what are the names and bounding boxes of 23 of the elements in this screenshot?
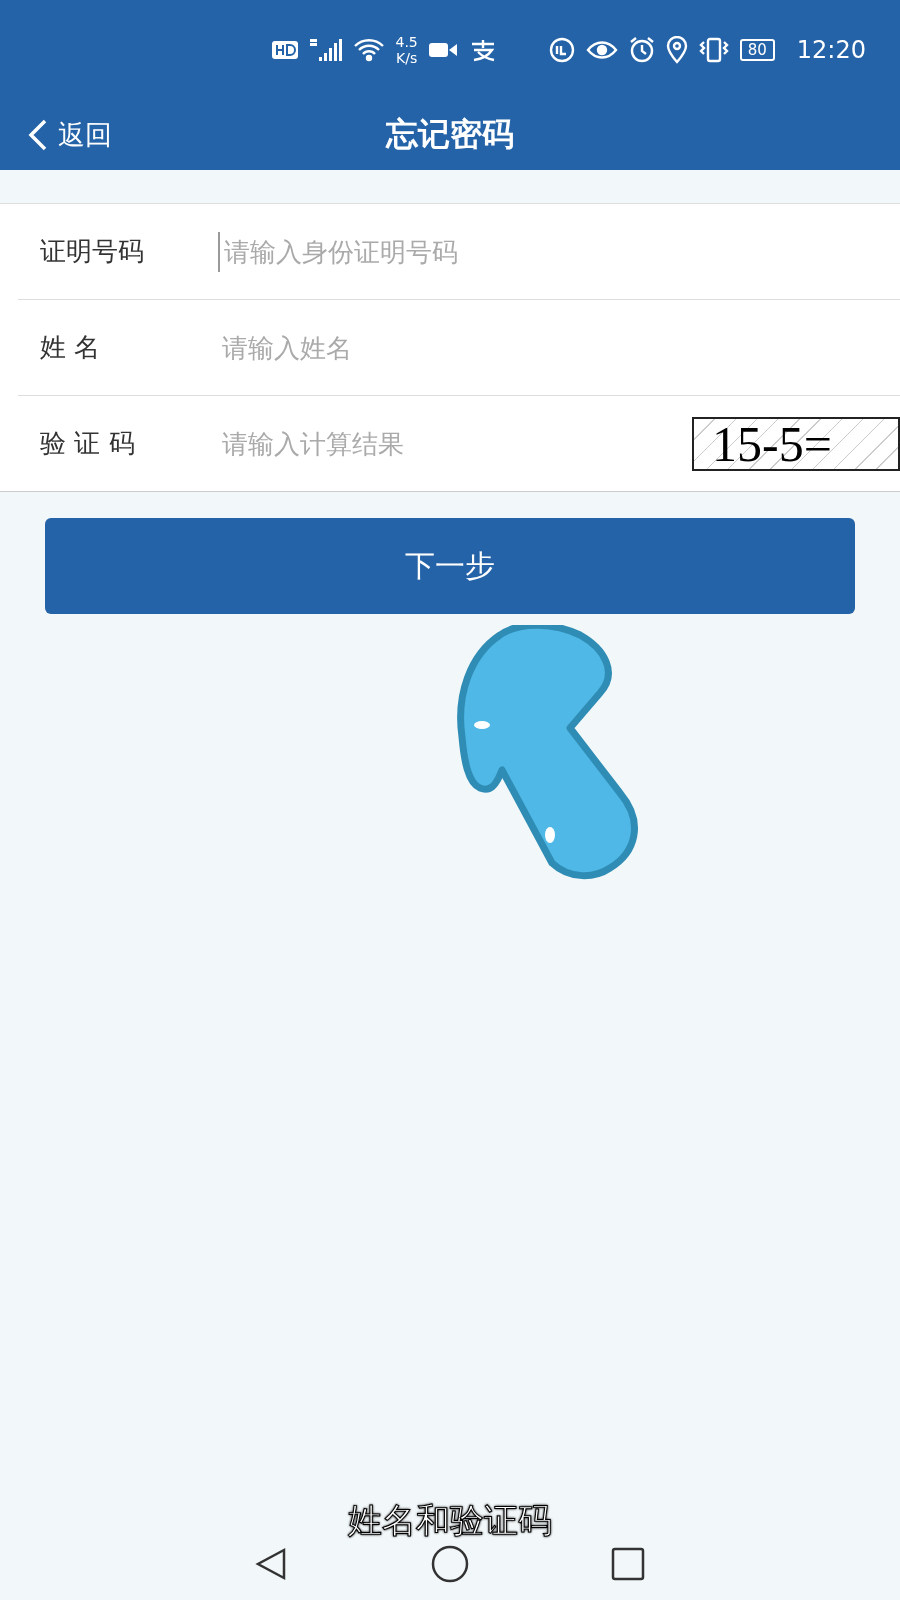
data-saver-icon [547,36,576,64]
video-subtitle: 姓名和验证码 [348,1499,552,1542]
field-label: 姓 名 [39,331,102,364]
eye-icon [585,38,618,62]
back-button[interactable]: 返回 [28,117,112,153]
page-title: 忘记密码 [386,114,514,155]
speed-value: 4.5 [395,34,418,50]
vibrate-icon [697,36,730,64]
input-field[interactable]: 请输入计算结果 [218,423,692,464]
input-field[interactable]: 请输入身份证明号码 [218,231,900,272]
location-icon [665,36,688,64]
battery-level: 80 [739,39,775,61]
next-step-button[interactable]: 下一步 [45,518,855,614]
clock-time: 12:20 [796,36,866,64]
captcha-image[interactable]: 15-5= [692,416,900,471]
input-field[interactable]: 请输入姓名 [218,327,900,368]
speed-unit: K/s [396,50,418,66]
wifi-icon [353,38,386,62]
signal-icon [309,38,344,62]
video-camera-icon [427,41,458,59]
hd-icon [271,40,300,60]
field-label: 证明号码 [39,235,145,268]
field-label: 验 证 码 [39,427,136,460]
